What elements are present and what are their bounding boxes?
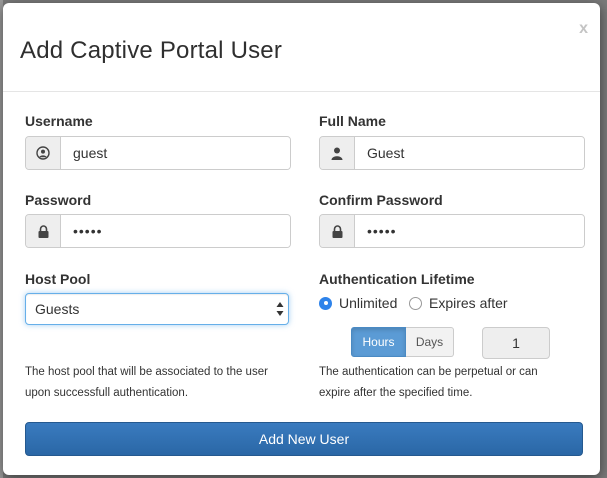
host-pool-selected-value: Guests (35, 301, 80, 317)
add-new-user-button[interactable]: Add New User (25, 422, 583, 456)
username-input[interactable] (61, 137, 290, 169)
close-button[interactable]: x (579, 20, 588, 38)
host-pool-select[interactable]: Guests (25, 293, 289, 325)
confirm-password-input-group (319, 214, 585, 248)
add-user-dialog: Add Captive Portal User x Username Full … (3, 3, 600, 475)
user-circle-icon (26, 137, 61, 169)
user-icon (320, 137, 355, 169)
lock-icon (320, 215, 355, 247)
password-label: Password (25, 192, 92, 208)
confirm-password-input[interactable] (355, 215, 584, 247)
username-label: Username (25, 113, 93, 129)
dialog-header: Add Captive Portal User x (3, 3, 600, 92)
auth-lifetime-label: Authentication Lifetime (319, 271, 475, 287)
lifetime-amount-input[interactable]: 1 (482, 327, 550, 359)
full-name-input-group (319, 136, 585, 170)
radio-unlimited-button[interactable] (319, 296, 332, 310)
full-name-input[interactable] (355, 137, 584, 169)
radio-expires-after-label: Expires after (429, 295, 508, 311)
hours-toggle[interactable]: Hours (351, 327, 406, 357)
auth-lifetime-help-text: The authentication can be perpetual or c… (319, 366, 538, 399)
full-name-label: Full Name (319, 113, 386, 129)
dialog-title: Add Captive Portal User (20, 37, 283, 64)
host-pool-help-text: The host pool that will be associated to… (25, 366, 268, 399)
host-pool-label: Host Pool (25, 271, 91, 287)
radio-unlimited[interactable]: Unlimited (319, 295, 397, 311)
radio-expires-after[interactable]: Expires after (409, 295, 508, 311)
radio-unlimited-label: Unlimited (339, 295, 398, 311)
radio-expires-after-button[interactable] (409, 296, 422, 310)
confirm-password-label: Confirm Password (319, 192, 443, 208)
username-input-group (25, 136, 291, 170)
password-input-group (25, 214, 291, 248)
password-input[interactable] (61, 215, 290, 247)
lock-icon (26, 215, 61, 247)
days-toggle[interactable]: Days (406, 327, 454, 357)
select-arrows-icon (276, 302, 284, 316)
